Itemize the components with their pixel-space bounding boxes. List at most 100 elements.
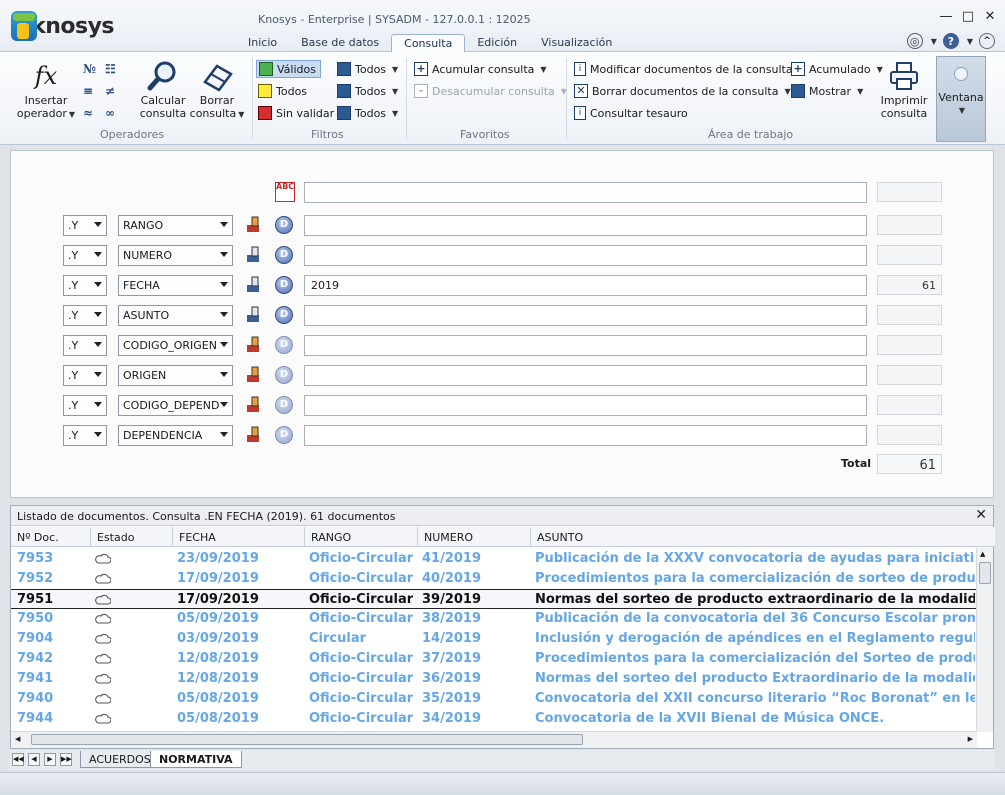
scroll-thumb-horizontal[interactable] xyxy=(31,734,583,745)
query-value-input[interactable] xyxy=(304,245,867,266)
dictionary-icon[interactable]: D xyxy=(275,216,293,234)
ventana-button[interactable]: Ventana ▼ xyxy=(936,56,986,142)
column-header-asunto[interactable]: ASUNTO xyxy=(531,527,995,547)
table-row[interactable]: 7942 12/08/2019 Oficio-Circular 37/2019 Proc… xyxy=(11,649,977,669)
field-select[interactable]: CODIGO_DEPEND xyxy=(118,395,233,416)
borrar-consulta-button[interactable]: Borrar consulta ▼ xyxy=(188,60,246,121)
column-header-numero[interactable]: NUMERO xyxy=(418,527,531,547)
close-icon[interactable]: ✕ xyxy=(975,507,987,523)
field-select[interactable]: FECHA xyxy=(118,275,233,296)
tab-edicion[interactable]: Edición xyxy=(465,34,529,53)
filtro-sin-validar[interactable]: Sin validar xyxy=(258,106,334,120)
operator-select[interactable]: .Y xyxy=(63,245,107,266)
borrar-documentos-button[interactable]: ✕ Borrar documentos de la consulta ▼ xyxy=(574,84,791,98)
tab-consulta[interactable]: Consulta xyxy=(391,34,466,53)
brush-icon[interactable] xyxy=(244,426,262,444)
brush-icon[interactable] xyxy=(244,216,262,234)
operator-near-icon[interactable]: ≈ xyxy=(83,106,93,120)
field-select[interactable]: DEPENDENCIA xyxy=(118,425,233,446)
filtro-todos-b[interactable]: Todos ▼ xyxy=(337,84,398,98)
filtro-todos-a[interactable]: Todos ▼ xyxy=(337,62,398,76)
table-row[interactable]: 7904 03/09/2019 Circular 14/2019 Inclusión y… xyxy=(11,629,977,649)
filtro-validos[interactable]: Válidos xyxy=(256,60,321,78)
query-value-input[interactable] xyxy=(304,215,867,236)
table-row[interactable]: 7940 05/08/2019 Oficio-Circular 35/2019 Conv… xyxy=(11,689,977,709)
column-header-doc[interactable]: Nº Doc. xyxy=(11,527,91,547)
query-value-input[interactable] xyxy=(304,335,867,356)
dictionary-icon[interactable]: D xyxy=(275,276,293,294)
column-header-fecha[interactable]: FECHA xyxy=(173,527,305,547)
dictionary-icon[interactable]: D xyxy=(275,306,293,324)
brush-icon[interactable] xyxy=(244,336,262,354)
operator-adj-icon[interactable]: ∞ xyxy=(105,106,115,120)
filtro-todos-c[interactable]: Todos ▼ xyxy=(337,106,398,120)
free-text-input[interactable] xyxy=(304,182,867,203)
dictionary-icon[interactable]: D xyxy=(275,426,293,444)
table-row[interactable]: 7941 12/08/2019 Oficio-Circular 36/2019 Norm… xyxy=(11,669,977,689)
table-row[interactable]: 7952 17/09/2019 Oficio-Circular 40/2019 Proc… xyxy=(11,569,977,589)
help-icon[interactable]: ? xyxy=(942,33,959,49)
tab-base-de-datos[interactable]: Base de datos xyxy=(289,34,391,53)
operator-y-icon[interactable]: № xyxy=(83,62,96,76)
operator-o-icon[interactable]: ≡ xyxy=(83,84,93,98)
scroll-right-icon[interactable]: ▶ xyxy=(968,735,973,743)
maximize-icon[interactable]: □ xyxy=(961,10,975,24)
field-select[interactable]: RANGO xyxy=(118,215,233,236)
dictionary-icon[interactable]: D xyxy=(275,336,293,354)
scroll-up-icon[interactable]: ▲ xyxy=(980,550,985,558)
query-value-input[interactable] xyxy=(304,425,867,446)
column-header-estado[interactable]: Estado xyxy=(91,527,173,547)
consultar-tesauro-button[interactable]: i Consultar tesauro xyxy=(574,106,688,120)
last-sheet-icon[interactable]: ▶▶ xyxy=(60,753,72,766)
acumular-consulta-button[interactable]: + Acumular consulta ▼ xyxy=(414,62,547,76)
table-row[interactable]: 7950 05/09/2019 Oficio-Circular 38/2019 Publ… xyxy=(11,609,977,629)
operator-select[interactable]: .Y xyxy=(63,395,107,416)
desacumular-consulta-button[interactable]: – Desacumular consulta ▼ xyxy=(414,84,567,98)
table-row[interactable]: 7951 17/09/2019 Oficio-Circular 39/2019 Norm… xyxy=(11,589,977,609)
modificar-documentos-button[interactable]: i Modificar documentos de la consulta xyxy=(574,62,793,76)
numeric-brush-icon[interactable] xyxy=(244,276,262,294)
close-icon[interactable]: ✕ xyxy=(983,10,997,24)
brush-icon[interactable] xyxy=(244,396,262,414)
spellcheck-icon[interactable]: ABC xyxy=(275,182,295,202)
sheet-tab-normativa[interactable]: NORMATIVA xyxy=(150,751,242,768)
filtro-todos[interactable]: Todos xyxy=(258,84,307,98)
field-select[interactable]: CODIGO_ORIGEN xyxy=(118,335,233,356)
mostrar-button[interactable]: Mostrar ▼ xyxy=(791,84,863,98)
chevron-down-icon[interactable]: ▼ xyxy=(967,37,973,46)
field-select[interactable]: ASUNTO xyxy=(118,305,233,326)
globe-icon[interactable]: ◎ xyxy=(906,33,923,49)
dictionary-icon[interactable]: D xyxy=(275,396,293,414)
query-value-input[interactable] xyxy=(304,305,867,326)
insertar-operador-button[interactable]: fx Insertar operador ▼ xyxy=(14,60,78,121)
table-row[interactable]: 7944 05/08/2019 Oficio-Circular 34/2019 Conv… xyxy=(11,709,977,729)
field-select[interactable]: ORIGEN xyxy=(118,365,233,386)
vertical-scrollbar[interactable]: ▲ xyxy=(976,548,993,732)
horizontal-scrollbar[interactable]: ◀ ▶ xyxy=(11,731,977,748)
dictionary-icon[interactable]: D xyxy=(275,246,293,264)
table-row[interactable]: 7953 23/09/2019 Oficio-Circular 41/2019 Publ… xyxy=(11,549,977,569)
chevron-down-icon[interactable]: ▼ xyxy=(931,37,937,46)
brush-icon[interactable] xyxy=(244,366,262,384)
acumulado-button[interactable]: + Acumulado ▼ xyxy=(791,62,883,76)
operator-select[interactable]: .Y xyxy=(63,425,107,446)
query-value-input[interactable]: 2019 xyxy=(304,275,867,296)
tab-inicio[interactable]: Inicio xyxy=(236,34,289,53)
numeric-brush-icon[interactable] xyxy=(244,306,262,324)
operator-select[interactable]: .Y xyxy=(63,305,107,326)
operator-select[interactable]: .Y xyxy=(63,365,107,386)
first-sheet-icon[interactable]: ◀◀ xyxy=(12,753,24,766)
next-sheet-icon[interactable]: ▶ xyxy=(44,753,56,766)
info-icon[interactable]: ^ xyxy=(979,33,995,49)
operator-select[interactable]: .Y xyxy=(63,275,107,296)
prev-sheet-icon[interactable]: ◀ xyxy=(28,753,40,766)
dictionary-icon[interactable]: D xyxy=(275,366,293,384)
sheet-tab-acuerdos[interactable]: ACUERDOS xyxy=(80,751,160,768)
scroll-left-icon[interactable]: ◀ xyxy=(15,735,20,743)
tab-visualizacion[interactable]: Visualización xyxy=(529,34,624,53)
operator-select[interactable]: .Y xyxy=(63,215,107,236)
field-select[interactable]: NUMERO xyxy=(118,245,233,266)
minimize-icon[interactable]: — xyxy=(939,10,953,24)
column-header-rango[interactable]: RANGO xyxy=(305,527,418,547)
operator-no-icon[interactable]: ≠ xyxy=(105,84,115,98)
